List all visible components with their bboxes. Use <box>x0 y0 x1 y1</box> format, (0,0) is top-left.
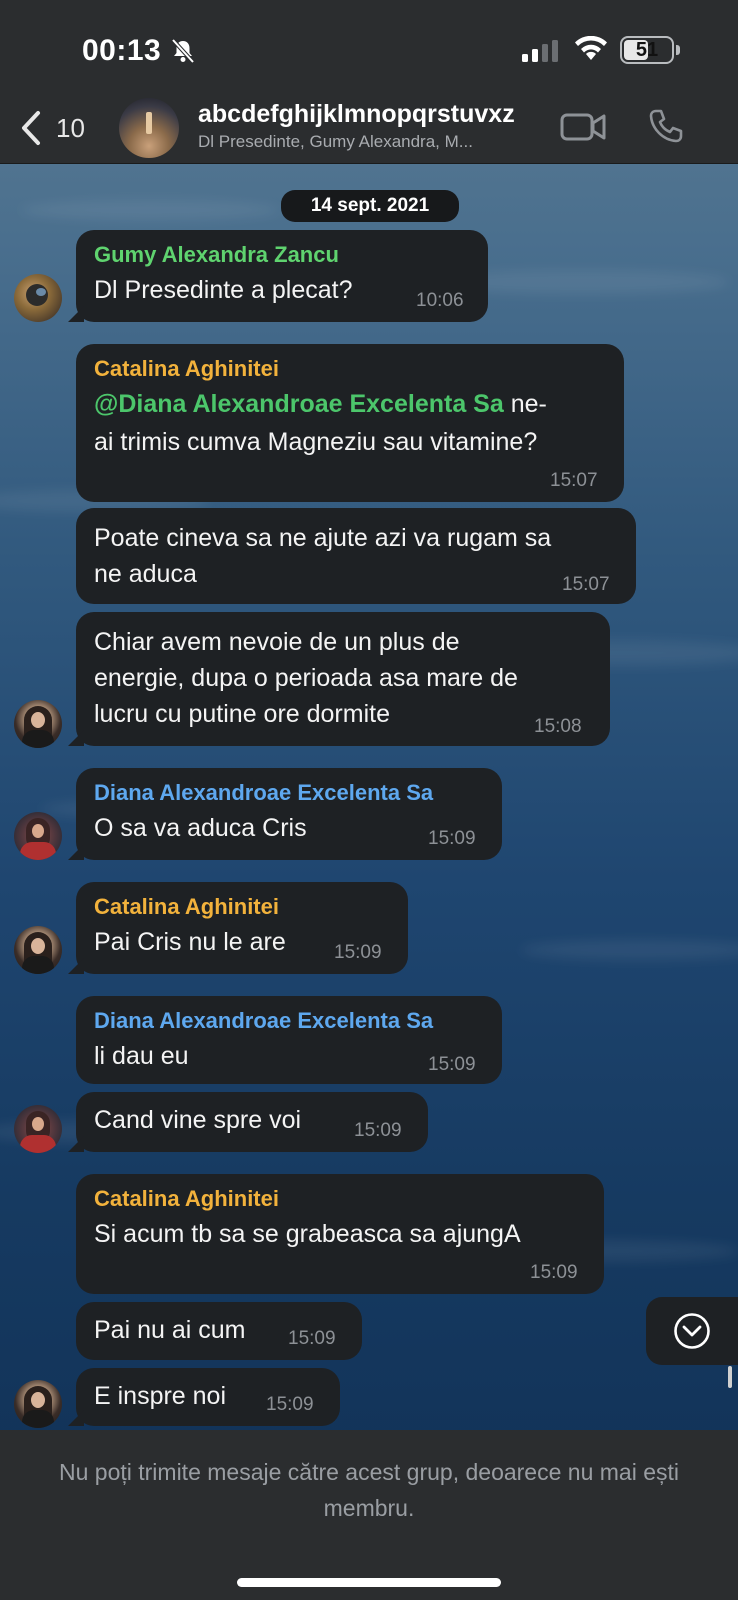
back-button[interactable]: 10 <box>18 110 85 146</box>
message-text-line: ne aduca <box>94 560 197 588</box>
unread-count: 10 <box>56 112 85 143</box>
message-time: 15:07 <box>562 574 610 595</box>
chat-header: 10 abcdefghijklmnopqrstuvxz Dl Presedint… <box>0 92 738 164</box>
avatar-catalina[interactable] <box>14 700 62 748</box>
message-bubble[interactable]: Gumy Alexandra Zancu Dl Presedinte a ple… <box>76 230 488 322</box>
status-bar: 00:13 51 <box>0 0 738 92</box>
message-text-line: Poate cineva sa ne ajute azi va rugam sa <box>94 524 552 552</box>
composer-disabled-banner: Nu poți trimite mesaje către acest grup,… <box>0 1430 738 1600</box>
signal-icon <box>522 40 558 62</box>
message-time: 15:09 <box>288 1328 336 1349</box>
battery-icon: 51 <box>620 36 674 64</box>
avatar-diana[interactable] <box>14 812 62 860</box>
message-bubble[interactable]: Catalina Aghinitei Si acum tb sa se grab… <box>76 1174 604 1294</box>
message-bubble[interactable]: Catalina Aghinitei @Diana Alexandroae Ex… <box>76 344 624 502</box>
message-time: 15:09 <box>530 1262 578 1283</box>
message-bubble[interactable]: Chiar avem nevoie de un plus de energie,… <box>76 612 610 746</box>
message-time: 15:07 <box>550 470 598 491</box>
message-text-line: Si acum tb sa se grabeasca sa ajungA <box>94 1220 521 1248</box>
status-time: 00:13 <box>82 34 162 67</box>
message-text-line: Cand vine spre voi <box>94 1106 302 1134</box>
message-time: 15:09 <box>428 1054 476 1075</box>
sender-name: Catalina Aghinitei <box>94 1186 279 1211</box>
chevron-left-icon <box>22 111 40 145</box>
message-bubble[interactable]: Catalina Aghinitei Pai Cris nu le are 15… <box>76 882 408 974</box>
scroll-to-bottom-button[interactable] <box>646 1297 738 1365</box>
message-time: 15:09 <box>334 942 382 963</box>
message-text-line: Pai nu ai cum <box>94 1316 246 1344</box>
battery-tip <box>676 45 680 55</box>
sender-name: Diana Alexandroae Excelenta Sa <box>94 780 434 805</box>
message-bubble[interactable]: Pai nu ai cum 15:09 <box>76 1302 362 1360</box>
group-members[interactable]: Dl Presedinte, Gumy Alexandra, M... <box>198 132 538 152</box>
message-time: 15:09 <box>354 1120 402 1141</box>
home-indicator[interactable] <box>237 1578 501 1587</box>
message-text: Dl Presedinte a plecat? <box>94 276 353 304</box>
battery-level: 51 <box>635 39 659 61</box>
date-separator: 14 sept. 2021 <box>281 190 459 222</box>
message-text-line: @Diana Alexandroae Excelenta Sa ne- <box>94 386 547 423</box>
bell-off-icon <box>171 38 195 64</box>
message-text-line: Pai Cris nu le are <box>94 928 286 956</box>
message-bubble[interactable]: Diana Alexandroae Excelenta Sa li dau eu… <box>76 996 502 1084</box>
message-text-line: ai trimis cumva Magneziu sau vitamine? <box>94 428 538 456</box>
group-avatar[interactable] <box>119 98 179 158</box>
sender-name: Catalina Aghinitei <box>94 356 279 381</box>
scrollbar-thumb[interactable] <box>728 1366 732 1388</box>
message-bubble[interactable]: Diana Alexandroae Excelenta Sa O sa va a… <box>76 768 502 860</box>
not-member-notice: Nu poți trimite mesaje către acest grup,… <box>58 1459 679 1521</box>
video-camera-icon[interactable] <box>560 110 606 144</box>
chevron-down-icon <box>674 1313 710 1349</box>
message-bubble[interactable]: Poate cineva sa ne ajute azi va rugam sa… <box>76 508 636 604</box>
message-time: 15:09 <box>428 828 476 849</box>
sender-name: Diana Alexandroae Excelenta Sa <box>94 1008 434 1033</box>
message-time: 15:08 <box>534 716 582 737</box>
message-time: 15:09 <box>266 1394 314 1415</box>
wifi-icon <box>575 36 607 60</box>
avatar-catalina[interactable] <box>14 926 62 974</box>
message-time: 10:06 <box>416 290 464 311</box>
message-text-line: E inspre noi <box>94 1382 227 1410</box>
message-text-line: lucru cu putine ore dormite <box>94 700 390 728</box>
avatar-diana[interactable] <box>14 1105 62 1153</box>
phone-icon[interactable] <box>648 108 684 144</box>
mention-link[interactable]: @Diana Alexandroae Excelenta Sa <box>94 390 504 418</box>
avatar-gumy[interactable] <box>14 274 62 322</box>
message-bubble[interactable]: Cand vine spre voi 15:09 <box>76 1092 428 1152</box>
message-text-line: energie, dupa o perioada asa mare de <box>94 664 518 692</box>
message-text-line: O sa va aduca Cris <box>94 814 307 842</box>
group-title[interactable]: abcdefghijklmnopqrstuvxz <box>198 100 515 129</box>
message-bubble[interactable]: E inspre noi 15:09 <box>76 1368 340 1426</box>
sender-name: Catalina Aghinitei <box>94 894 279 919</box>
avatar-catalina[interactable] <box>14 1380 62 1428</box>
message-text-fragment: ne- <box>503 390 547 418</box>
message-text-line: li dau eu <box>94 1042 189 1070</box>
sender-name: Gumy Alexandra Zancu <box>94 242 339 267</box>
message-text-line: Chiar avem nevoie de un plus de <box>94 628 460 656</box>
